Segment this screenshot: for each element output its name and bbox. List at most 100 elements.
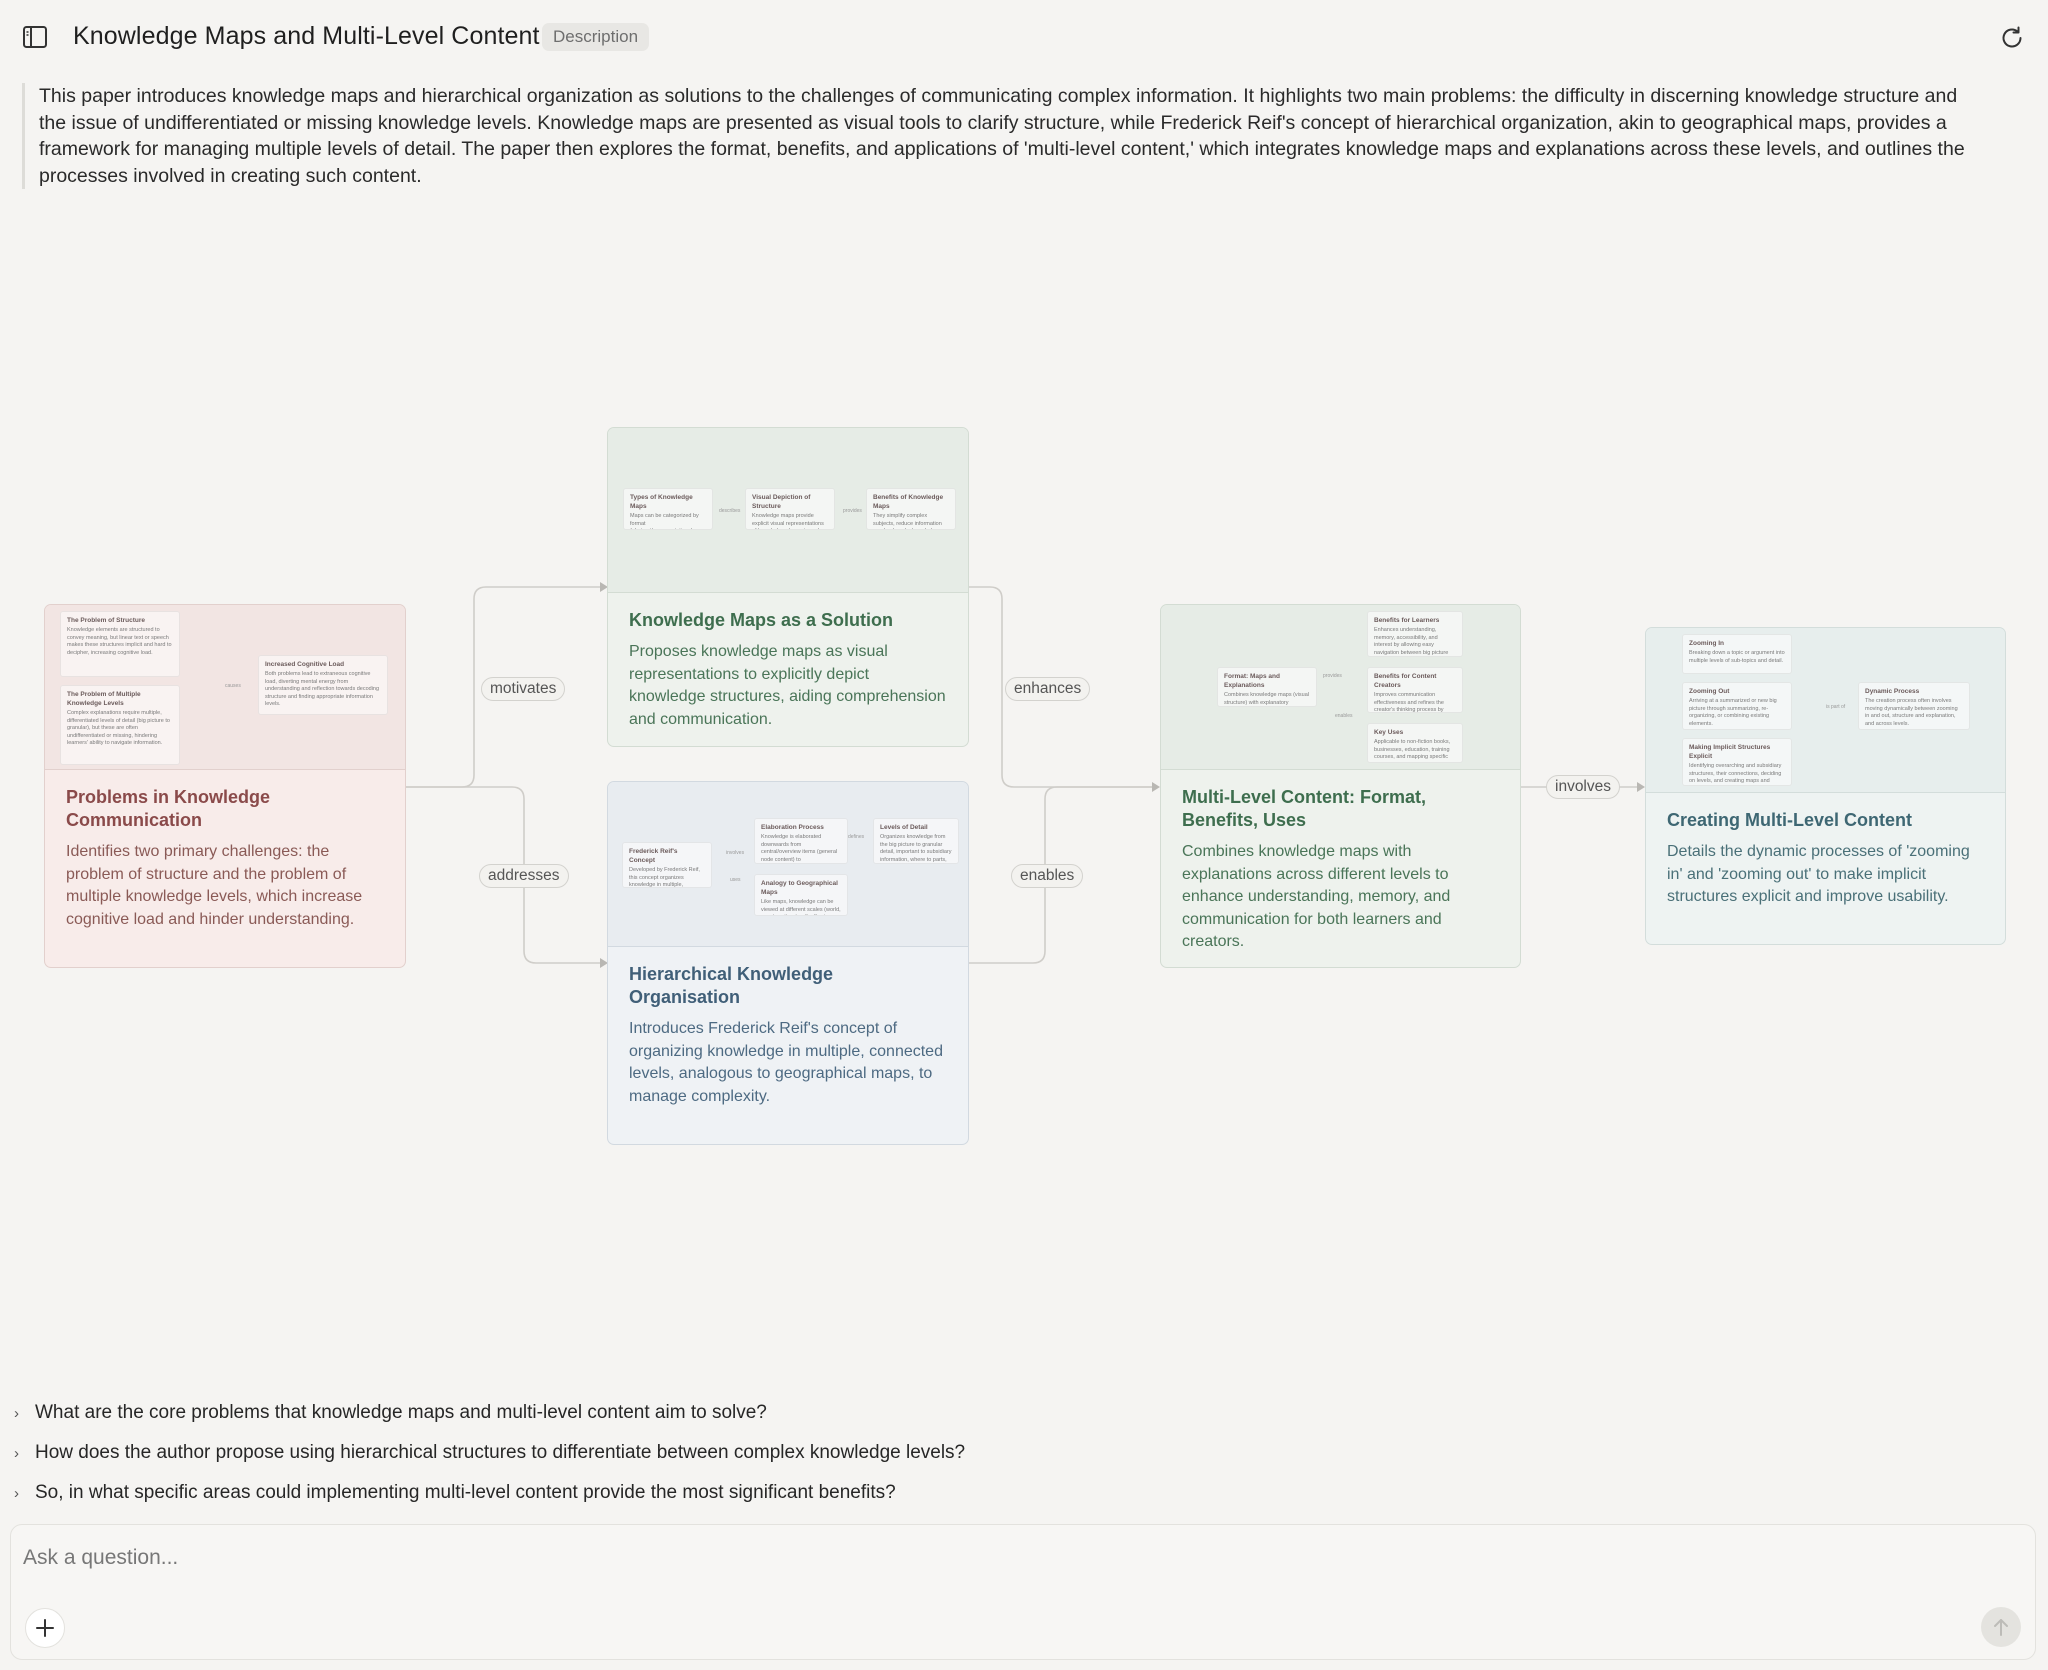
node-multi-level-content[interactable]: Format: Maps and Explanations Combines k… [1160, 604, 1521, 968]
preview-card-title: Zooming In [1689, 640, 1725, 647]
preview-card-desc: Developed by Frederick Reif, this concep… [629, 867, 700, 888]
preview-edge-label: involves [726, 850, 745, 856]
preview-edge-label: uses [730, 877, 741, 883]
chevron-right-icon: › [14, 1404, 19, 1422]
preview-card: Zooming Out Arriving at a summarized or … [1682, 682, 1792, 730]
preview-card: Benefits of Knowledge Maps They simplify… [866, 488, 956, 530]
preview-card-title: The Problem of Structure [67, 617, 146, 624]
preview-card: Visual Depiction of Structure Knowledge … [745, 488, 835, 530]
preview-edge-label: provides [843, 508, 862, 514]
preview-card-desc: Knowledge is elaborated downwards from c… [761, 834, 838, 863]
preview-card-title: Frederick Reif's Concept [629, 848, 678, 864]
node-title: Creating Multi-Level Content [1667, 810, 1913, 830]
suggested-question[interactable]: › How does the author propose using hier… [14, 1433, 1514, 1473]
preview-card-desc: Combines knowledge maps (visual structur… [1224, 692, 1309, 706]
preview-card: Making Implicit Structures Explicit Iden… [1682, 738, 1792, 786]
question-text: What are the core problems that knowledg… [35, 1402, 767, 1423]
preview-card: The Problem of Structure Knowledge eleme… [60, 611, 180, 677]
description-tag[interactable]: Description [542, 23, 650, 51]
preview-card: Elaboration Process Knowledge is elabora… [754, 818, 848, 864]
preview-card-desc: Maps can be categorized by format (abstr… [630, 513, 699, 529]
preview-card: Dynamic Process The creation process oft… [1858, 682, 1970, 730]
preview-card-title: Dynamic Process [1865, 688, 1920, 695]
knowledge-diagram: motivates addresses enhances enables inv… [0, 0, 2048, 1400]
preview-card-title: Making Implicit Structures Explicit [1689, 744, 1771, 760]
page-title: Knowledge Maps and Multi-Level Content [73, 22, 540, 50]
preview-edge-label: is part of [1826, 704, 1846, 710]
node-description: Proposes knowledge maps as visual repres… [629, 643, 946, 728]
preview-card-desc: Arriving at a summarized or new big pict… [1689, 698, 1777, 727]
node-title: Knowledge Maps as a Solution [629, 610, 894, 630]
node-knowledge-maps[interactable]: Types of Knowledge Maps Maps can be cate… [607, 427, 969, 747]
node-description: Identifies two primary challenges: the p… [66, 843, 363, 928]
ask-input[interactable] [23, 1541, 1923, 1575]
preview-card-desc: Knowledge elements are structured to con… [67, 627, 172, 656]
preview-card: Levels of Detail Organizes knowledge fro… [873, 818, 959, 864]
edge-label-addresses: addresses [479, 864, 569, 888]
arrow-create [1637, 782, 1645, 792]
chevron-right-icon: › [14, 1484, 19, 1502]
refresh-icon[interactable] [1998, 24, 2026, 52]
edge-label-motivates: motivates [481, 677, 566, 701]
preview-card-title: Analogy to Geographical Maps [761, 880, 838, 896]
preview-card-desc: Breaking down a topic or argument into m… [1689, 650, 1785, 664]
preview-edge-label: defines [848, 834, 865, 840]
sidebar-toggle-icon[interactable] [22, 24, 48, 50]
preview-card-title: Format: Maps and Explanations [1224, 673, 1280, 689]
question-text: So, in what specific areas could impleme… [35, 1482, 896, 1503]
preview-card-desc: Enhances understanding, memory, accessib… [1374, 627, 1449, 656]
node-creating-multi-level-content[interactable]: Zooming In Breaking down a topic or argu… [1645, 627, 2006, 945]
preview-card-title: Types of Knowledge Maps [630, 494, 693, 510]
send-button[interactable] [1981, 1607, 2021, 1647]
preview-card-title: The Problem of Multiple Knowledge Levels [67, 691, 141, 707]
node-title: Hierarchical Knowledge Organisation [629, 964, 834, 1007]
chevron-right-icon: › [14, 1444, 19, 1462]
preview-card-title: Levels of Detail [880, 824, 928, 831]
preview-card: Types of Knowledge Maps Maps can be cate… [623, 488, 713, 530]
preview-card-desc: The creation process often involves movi… [1865, 698, 1958, 727]
suggested-question[interactable]: › What are the core problems that knowle… [14, 1393, 1514, 1433]
preview-card-desc: Identifying overarching and subsidiary s… [1689, 763, 1782, 784]
preview-card: Benefits for Content Creators Improves c… [1367, 667, 1463, 713]
edge-label-enables: enables [1011, 864, 1084, 888]
preview-card: The Problem of Multiple Knowledge Levels… [60, 685, 180, 765]
node-preview: Format: Maps and Explanations Combines k… [1161, 605, 1520, 770]
preview-card-desc: They simplify complex subjects, reduce i… [873, 513, 942, 529]
preview-card-title: Zooming Out [1689, 688, 1730, 695]
node-hierarchical-organisation[interactable]: Frederick Reif's Concept Developed by Fr… [607, 781, 969, 1145]
preview-card-desc: Like maps, knowledge can be viewed at di… [761, 899, 841, 915]
node-description: Introduces Frederick Reif's concept of o… [629, 1020, 943, 1105]
node-problems[interactable]: The Problem of Structure Knowledge eleme… [44, 604, 406, 968]
preview-card-title: Key Uses [1374, 729, 1404, 736]
top-bar: Knowledge Maps and Multi-Level Content D… [0, 0, 2048, 74]
preview-card-title: Benefits of Knowledge Maps [873, 494, 944, 510]
preview-card-desc: Knowledge maps provide explicit visual r… [752, 513, 824, 529]
preview-card: Increased Cognitive Load Both problems l… [258, 655, 388, 715]
preview-card: Format: Maps and Explanations Combines k… [1217, 667, 1317, 707]
preview-card: Analogy to Geographical Maps Like maps, … [754, 874, 848, 916]
node-preview: The Problem of Structure Knowledge eleme… [45, 605, 405, 770]
suggested-question[interactable]: › So, in what specific areas could imple… [14, 1473, 1514, 1513]
preview-card-title: Increased Cognitive Load [265, 661, 345, 668]
node-description: Combines knowledge maps with explanation… [1182, 843, 1451, 950]
suggested-questions: › What are the core problems that knowle… [14, 1393, 1514, 1513]
preview-card-desc: Improves communication effectiveness and… [1374, 692, 1444, 713]
node-title: Problems in Knowledge Communication [66, 787, 271, 830]
node-preview: Types of Knowledge Maps Maps can be cate… [608, 428, 968, 593]
preview-card-desc: Organizes knowledge from the big picture… [880, 834, 952, 863]
preview-card-title: Benefits for Content Creators [1374, 673, 1437, 689]
arrow-up-icon [1994, 1619, 2008, 1636]
preview-card-title: Elaboration Process [761, 824, 824, 831]
preview-card: Key Uses Applicable to non-fiction books… [1367, 723, 1463, 763]
paper-description: This paper introduces knowledge maps and… [22, 83, 1982, 190]
preview-card-title: Visual Depiction of Structure [752, 494, 811, 510]
preview-edge-label: provides [1323, 673, 1342, 679]
edge-label-enhances: enhances [1005, 677, 1091, 701]
preview-edge-label: describes [719, 508, 741, 514]
node-preview: Frederick Reif's Concept Developed by Fr… [608, 782, 968, 947]
node-preview: Zooming In Breaking down a topic or argu… [1646, 628, 2005, 793]
preview-edge-label: causes [225, 683, 241, 689]
preview-card-title: Benefits for Learners [1374, 617, 1440, 624]
arrow-multi [1152, 782, 1160, 792]
plus-icon[interactable] [25, 1608, 65, 1648]
